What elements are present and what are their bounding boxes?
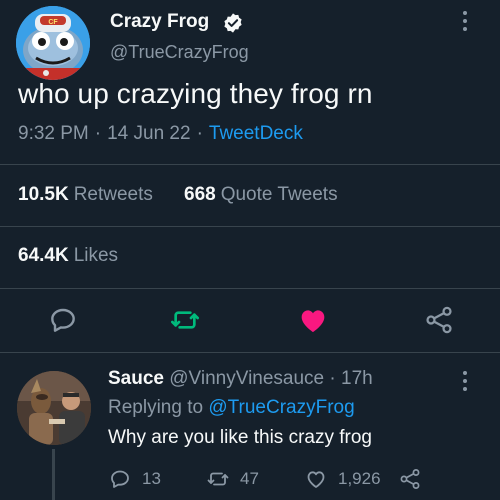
quote-tweets-stat[interactable]: 668 Quote Tweets <box>184 184 338 206</box>
reply-retweets-count: 47 <box>240 469 259 488</box>
more-options-icon[interactable] <box>454 8 476 34</box>
reply-icon <box>111 470 129 488</box>
crazy-frog-avatar-image: CF <box>16 6 90 80</box>
reply-reply-button[interactable]: 13 <box>108 466 161 492</box>
author-name[interactable]: Crazy Frog <box>110 11 209 33</box>
reply-text: Why are you like this crazy frog <box>108 427 372 448</box>
tweet-time[interactable]: 9:32 PM <box>18 123 89 144</box>
meta-separator: · <box>94 123 102 144</box>
tweet-detail-page: CF Crazy Frog @TrueCrazyFrog who up craz… <box>0 0 500 500</box>
reply-icon[interactable] <box>47 304 79 336</box>
sauce-avatar-image <box>17 371 91 445</box>
reply-author-avatar[interactable] <box>17 371 91 445</box>
author-avatar[interactable]: CF <box>16 6 90 80</box>
retweets-count: 10.5K <box>18 184 69 205</box>
reply-share-button[interactable] <box>398 466 432 492</box>
likes-stat[interactable]: 64.4K Likes <box>18 245 118 267</box>
quote-tweets-count: 668 <box>184 184 216 205</box>
divider <box>0 352 500 353</box>
likes-count: 64.4K <box>18 245 69 266</box>
divider <box>0 288 500 289</box>
reply-replies-count: 13 <box>142 469 161 488</box>
svg-text:CF: CF <box>48 19 58 26</box>
replying-to: Replying to @TrueCrazyFrog <box>108 397 355 419</box>
tweet-date[interactable]: 14 Jun 22 <box>107 123 190 144</box>
tweet-text: who up crazying they frog rn <box>18 78 373 109</box>
share-icon[interactable] <box>423 304 455 336</box>
verified-badge-icon <box>224 13 242 33</box>
divider <box>0 226 500 227</box>
tweet-metadata: 9:32 PM · 14 Jun 22 · TweetDeck <box>18 123 303 145</box>
reply-like-button[interactable]: 1,926 <box>304 466 381 492</box>
likes-label: Likes <box>73 245 119 266</box>
replying-to-mention[interactable]: @TrueCrazyFrog <box>208 397 354 418</box>
reply-likes-count: 1,926 <box>338 469 381 488</box>
reply-header: Sauce @VinnyVinesauce · 17h <box>108 368 373 390</box>
divider <box>0 164 500 165</box>
heart-icon <box>307 471 325 488</box>
replying-to-prefix: Replying to <box>108 397 204 418</box>
reply-retweet-button[interactable]: 47 <box>206 466 259 492</box>
reply-separator: · <box>329 368 336 389</box>
thread-line <box>52 449 55 500</box>
meta-separator: · <box>196 123 203 144</box>
retweet-icon[interactable] <box>169 304 201 336</box>
retweet-icon <box>207 472 229 486</box>
tweet-source-link[interactable]: TweetDeck <box>209 123 303 144</box>
reply-author-name[interactable]: Sauce <box>108 368 164 389</box>
author-handle[interactable]: @TrueCrazyFrog <box>110 42 249 63</box>
retweets-stat[interactable]: 10.5K Retweets <box>18 184 153 206</box>
reply-more-options-icon[interactable] <box>454 368 476 394</box>
retweets-label: Retweets <box>73 184 153 205</box>
reply-author-handle[interactable]: @VinnyVinesauce <box>169 368 324 389</box>
share-icon <box>400 469 420 489</box>
heart-icon[interactable] <box>297 304 329 336</box>
reply-time[interactable]: 17h <box>341 368 373 389</box>
quote-tweets-label: Quote Tweets <box>220 184 338 205</box>
